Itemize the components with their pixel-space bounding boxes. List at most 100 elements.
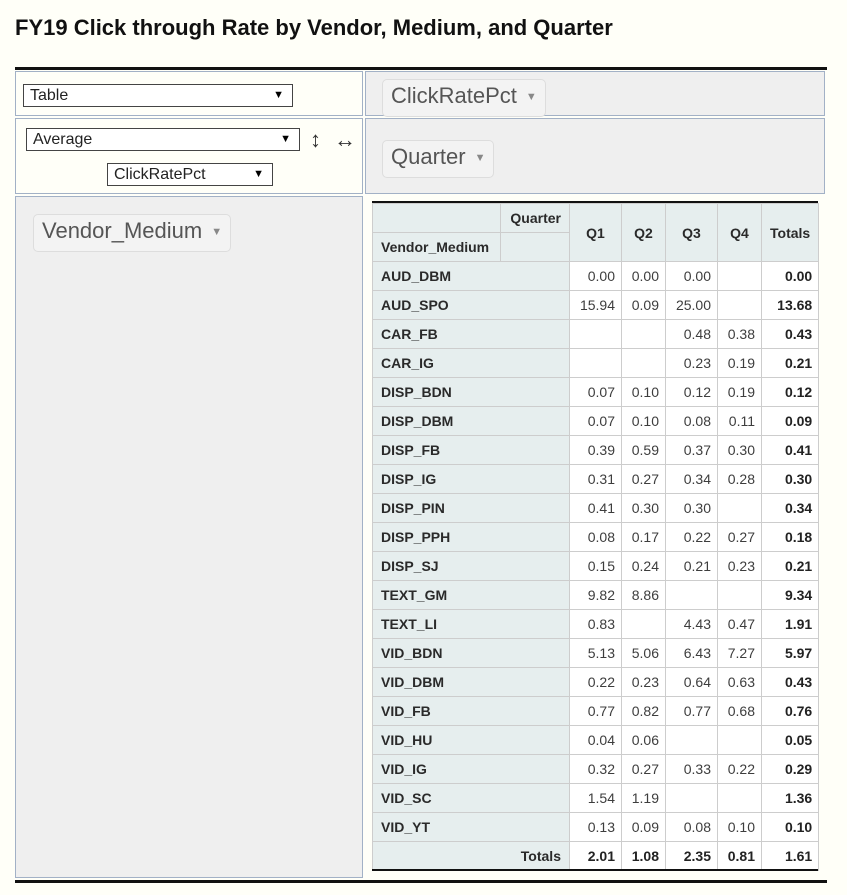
row-label: VID_IG: [372, 754, 570, 784]
table-cell: 0.17: [621, 522, 666, 552]
col-header: Q4: [717, 203, 762, 262]
table-row: VID_SC 1.54 1.19 1.36: [372, 783, 820, 813]
table-cell: 0.00: [569, 261, 622, 291]
row-total-cell: 1.91: [760, 609, 820, 639]
row-label: VID_YT: [372, 812, 570, 842]
attribute-pill-vendor-medium[interactable]: Vendor_Medium ▼: [33, 214, 232, 252]
table-cell: 0.10: [621, 377, 666, 407]
table-cell: 0.24: [621, 551, 666, 581]
table-cell: 9.82: [569, 580, 622, 610]
table-cell: [569, 319, 622, 349]
table-cell: 0.83: [569, 609, 622, 639]
chevron-down-icon: ▼: [253, 168, 264, 180]
table-cell: 15.94: [569, 290, 622, 320]
table-cell: 0.09: [621, 290, 666, 320]
table-cell: 0.23: [665, 348, 718, 378]
row-sort-icon[interactable]: ↕: [310, 127, 321, 153]
table-cell: 0.22: [717, 754, 762, 784]
table-cell: 0.39: [569, 435, 622, 465]
table-bottom-border: [372, 869, 818, 871]
filter-triangle-icon[interactable]: ▼: [211, 226, 222, 238]
row-label: DISP_FB: [372, 435, 570, 465]
chevron-down-icon: ▼: [280, 133, 291, 145]
row-attribute-spacer: [500, 232, 570, 262]
table-row: DISP_PIN 0.41 0.30 0.30 0.34: [372, 493, 820, 523]
table-cell: 7.27: [717, 638, 762, 668]
chevron-down-icon: ▼: [273, 89, 284, 101]
table-row: DISP_IG 0.31 0.27 0.34 0.28 0.30: [372, 464, 820, 494]
attribute-pill-label: Vendor_Medium: [42, 218, 203, 243]
row-total-cell: 0.05: [760, 725, 820, 755]
attribute-pill-clickratepct[interactable]: ClickRatePct ▼: [382, 79, 546, 117]
table-cell: 0.12: [665, 377, 718, 407]
filter-triangle-icon[interactable]: ▼: [475, 152, 486, 164]
row-total-cell: 5.97: [760, 638, 820, 668]
table-cell: 0.13: [569, 812, 622, 842]
col-sort-icon[interactable]: ↔: [334, 127, 356, 153]
unused-attributes-area: ClickRatePct ▼: [365, 71, 825, 117]
table-cell: 0.09: [621, 812, 666, 842]
row-label: TEXT_GM: [372, 580, 570, 610]
row-total-cell: 0.30: [760, 464, 820, 494]
table-cell: 0.47: [717, 609, 762, 639]
aggregator-attribute-value: ClickRatePct: [114, 166, 206, 183]
row-label: CAR_FB: [372, 319, 570, 349]
row-label: DISP_PIN: [372, 493, 570, 523]
table-cell: 0.23: [717, 551, 762, 581]
row-label: VID_FB: [372, 696, 570, 726]
row-label: AUD_DBM: [372, 261, 570, 291]
row-total-cell: 0.21: [760, 348, 820, 378]
table-cell: 0.30: [665, 493, 718, 523]
table-cell: 0.30: [717, 435, 762, 465]
table-cell: 0.34: [665, 464, 718, 494]
row-label: DISP_DBM: [372, 406, 570, 436]
row-total-cell: 0.43: [760, 667, 820, 697]
table-cell: 5.06: [621, 638, 666, 668]
table-cell: 8.86: [621, 580, 666, 610]
row-label: DISP_PPH: [372, 522, 570, 552]
aggregator-select[interactable]: Average ▼: [26, 128, 300, 151]
table-cell: 0.15: [569, 551, 622, 581]
table-row: DISP_FB 0.39 0.59 0.37 0.30 0.41: [372, 435, 820, 465]
table-cell: 0.11: [717, 406, 762, 436]
table-cell: 4.43: [665, 609, 718, 639]
table-cell: 0.00: [621, 261, 666, 291]
table-cell: 0.19: [717, 377, 762, 407]
column-total-cell: 1.08: [621, 841, 666, 871]
bottom-divider: [15, 880, 827, 883]
attribute-pill-quarter[interactable]: Quarter ▼: [382, 140, 495, 178]
table-cell: 0.33: [665, 754, 718, 784]
table-cell: 0.08: [665, 406, 718, 436]
table-cell: 1.54: [569, 783, 622, 813]
col-attribute-label: Quarter: [500, 203, 570, 233]
table-cell: [621, 319, 666, 349]
col-header: Q1: [569, 203, 622, 262]
row-total-cell: 0.21: [760, 551, 820, 581]
table-cell: 0.41: [569, 493, 622, 523]
row-label: TEXT_LI: [372, 609, 570, 639]
table-row: DISP_PPH 0.08 0.17 0.22 0.27 0.18: [372, 522, 820, 552]
aggregator-select-value: Average: [33, 131, 93, 148]
filter-triangle-icon[interactable]: ▼: [526, 91, 537, 103]
aggregator-attribute-select[interactable]: ClickRatePct ▼: [107, 163, 273, 186]
aggregator-area: Average ▼ ↕ ↔ ClickRatePct ▼: [15, 118, 363, 194]
table-row: VID_BDN 5.13 5.06 6.43 7.27 5.97: [372, 638, 820, 668]
table-cell: 1.19: [621, 783, 666, 813]
row-total-cell: 13.68: [760, 290, 820, 320]
table-cell: [717, 493, 762, 523]
table-row: CAR_IG 0.23 0.19 0.21: [372, 348, 820, 378]
renderer-select[interactable]: Table ▼: [23, 84, 293, 107]
row-total-cell: 0.43: [760, 319, 820, 349]
attribute-pill-label: Quarter: [391, 144, 466, 169]
table-cell: [717, 290, 762, 320]
table-cell: 0.48: [665, 319, 718, 349]
col-header: Q3: [665, 203, 718, 262]
table-cell: 0.31: [569, 464, 622, 494]
grand-total-cell: 1.61: [760, 841, 820, 871]
row-attributes-area: Vendor_Medium ▼: [15, 196, 363, 878]
row-total-cell: 0.41: [760, 435, 820, 465]
table-cell: [717, 725, 762, 755]
table-cell: 0.77: [569, 696, 622, 726]
table-row: VID_DBM 0.22 0.23 0.64 0.63 0.43: [372, 667, 820, 697]
table-cell: 25.00: [665, 290, 718, 320]
